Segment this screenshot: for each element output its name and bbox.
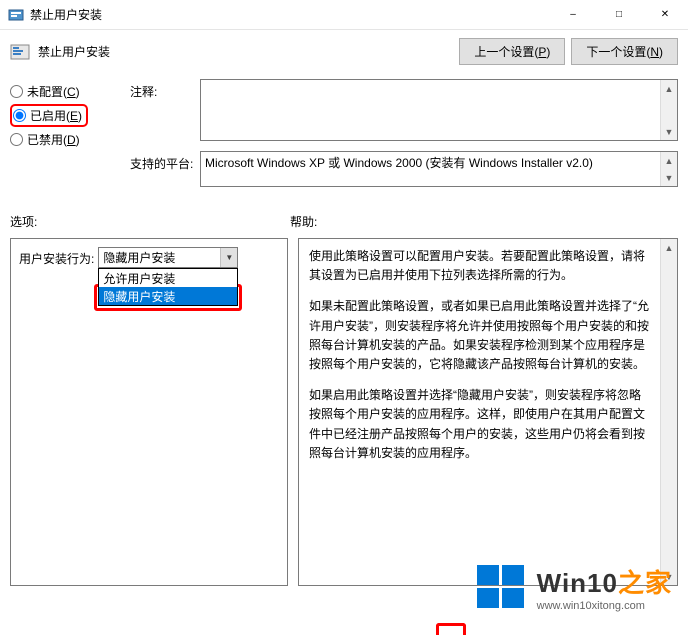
help-paragraph: 如果未配置此策略设置，或者如果已启用此策略设置并选择了“允许用户安装”，则安装程… <box>309 297 650 374</box>
platform-field: Microsoft Windows XP 或 Windows 2000 (安装有… <box>200 151 678 187</box>
state-radios: 未配置(C) 已启用(E) 已禁用(D) <box>10 79 120 197</box>
comment-field[interactable]: ▲ ▼ <box>200 79 678 141</box>
radio-disabled[interactable]: 已禁用(D) <box>10 131 80 148</box>
scroll-down-icon[interactable]: ▼ <box>661 169 677 186</box>
platform-label: 支持的平台: <box>130 151 200 187</box>
app-icon <box>8 7 24 23</box>
next-setting-button[interactable]: 下一个设置(N) <box>571 38 678 65</box>
behavior-selected: 隐藏用户安装 <box>103 249 220 266</box>
comment-scrollbar[interactable]: ▲ ▼ <box>660 80 677 140</box>
scroll-up-icon[interactable]: ▲ <box>661 152 677 169</box>
behavior-dropdown-list: 允许用户安装 隐藏用户安装 <box>98 268 238 306</box>
help-text: 使用此策略设置可以配置用户安装。若要配置此策略设置，请将其设置为已启用并使用下拉… <box>299 239 660 585</box>
platform-scrollbar[interactable]: ▲ ▼ <box>660 152 677 186</box>
scroll-down-icon[interactable]: ▼ <box>661 123 677 140</box>
window-title: 禁止用户安装 <box>30 6 102 23</box>
help-panel: 使用此策略设置可以配置用户安装。若要配置此策略设置，请将其设置为已启用并使用下拉… <box>298 238 678 586</box>
comment-label: 注释: <box>130 79 200 141</box>
bottom-highlight <box>436 623 466 635</box>
policy-icon <box>10 42 30 62</box>
combo-item-allow[interactable]: 允许用户安装 <box>99 269 237 287</box>
radio-enabled-highlight: 已启用(E) <box>10 104 88 127</box>
options-section-label: 选项: <box>10 213 290 230</box>
radio-not-configured[interactable]: 未配置(C) <box>10 83 80 100</box>
behavior-label: 用户安装行为: <box>19 247 94 267</box>
platform-value: Microsoft Windows XP 或 Windows 2000 (安装有… <box>201 152 660 186</box>
help-section-label: 帮助: <box>290 213 678 230</box>
watermark-url: www.win10xitong.com <box>537 600 672 612</box>
radio-enabled[interactable]: 已启用(E) <box>13 107 82 124</box>
help-scrollbar[interactable]: ▲ ▼ <box>660 239 677 585</box>
help-paragraph: 使用此策略设置可以配置用户安装。若要配置此策略设置，请将其设置为已启用并使用下拉… <box>309 247 650 285</box>
scroll-up-icon[interactable]: ▲ <box>661 239 677 256</box>
combo-item-hide[interactable]: 隐藏用户安装 <box>99 287 237 305</box>
previous-setting-button[interactable]: 上一个设置(P) <box>459 38 565 65</box>
page-title: 禁止用户安装 <box>38 43 110 60</box>
behavior-combobox[interactable]: 隐藏用户安装 ▼ <box>98 247 238 268</box>
minimize-button[interactable]: – <box>550 0 596 30</box>
close-button[interactable]: ✕ <box>642 0 688 30</box>
options-panel: 用户安装行为: 隐藏用户安装 ▼ 允许用户安装 隐藏用户安装 <box>10 238 288 586</box>
chevron-down-icon[interactable]: ▼ <box>220 248 237 267</box>
titlebar: 禁止用户安装 – □ ✕ <box>0 0 688 30</box>
header: 禁止用户安装 上一个设置(P) 下一个设置(N) <box>0 30 688 79</box>
maximize-button[interactable]: □ <box>596 0 642 30</box>
scroll-up-icon[interactable]: ▲ <box>661 80 677 97</box>
scroll-down-icon[interactable]: ▼ <box>661 568 677 585</box>
help-paragraph: 如果启用此策略设置并选择“隐藏用户安装”，则安装程序将忽略按照每个用户安装的应用… <box>309 386 650 463</box>
